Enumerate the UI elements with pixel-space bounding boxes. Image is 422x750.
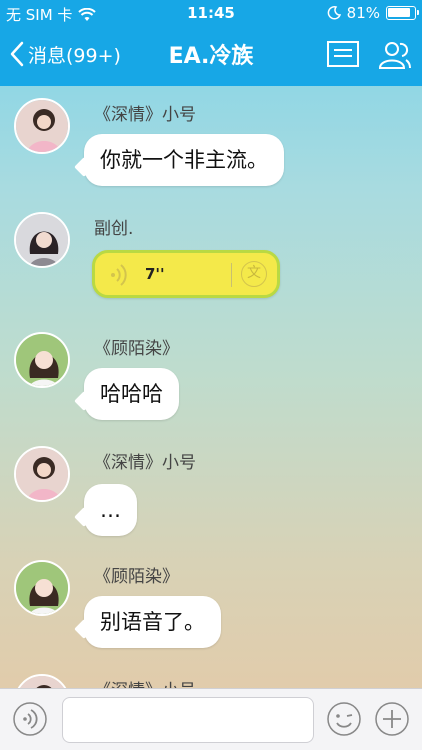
message-bubble[interactable]: 你就一个非主流。 [84, 134, 284, 186]
voice-to-text-button[interactable]: 文 [241, 261, 267, 287]
sender-name: 《顾陌染》 [94, 339, 179, 359]
plus-icon[interactable] [374, 701, 410, 737]
message-bubble[interactable]: … [84, 484, 137, 536]
top-bar: 无 SIM 卡 11:45 81% 消息(99+) EA.冷族 [0, 0, 422, 86]
avatar[interactable] [14, 560, 70, 616]
moon-icon [327, 6, 341, 20]
emoji-icon[interactable] [326, 701, 362, 737]
group-members-icon[interactable] [376, 38, 412, 72]
voice-divider [231, 263, 232, 287]
voice-message-bubble[interactable]: 7'' 文 [92, 250, 280, 298]
message-bubble[interactable]: 哈哈哈 [84, 368, 179, 420]
voice-duration: 7'' [145, 265, 165, 283]
group-notice-icon[interactable] [326, 38, 362, 72]
avatar[interactable] [14, 446, 70, 502]
avatar[interactable] [14, 212, 70, 268]
status-bar: 无 SIM 卡 11:45 81% [0, 0, 422, 26]
input-bar [0, 688, 422, 750]
battery-icon [386, 6, 419, 20]
avatar[interactable] [14, 332, 70, 388]
voice-wave-icon [111, 264, 127, 286]
message-bubble[interactable]: 别语音了。 [84, 596, 221, 648]
sender-name: 《深情》小号 [94, 453, 196, 473]
battery-percent: 81% [346, 4, 380, 22]
nav-bar: 消息(99+) EA.冷族 [0, 26, 422, 84]
voice-input-icon[interactable] [12, 701, 48, 737]
voice-to-text-label: 文 [247, 265, 261, 281]
message-input[interactable] [62, 697, 314, 743]
sender-name: 《深情》小号 [94, 105, 196, 125]
avatar[interactable] [14, 98, 70, 154]
sender-name: 《顾陌染》 [94, 567, 179, 587]
sender-name: 副创. [94, 219, 134, 239]
